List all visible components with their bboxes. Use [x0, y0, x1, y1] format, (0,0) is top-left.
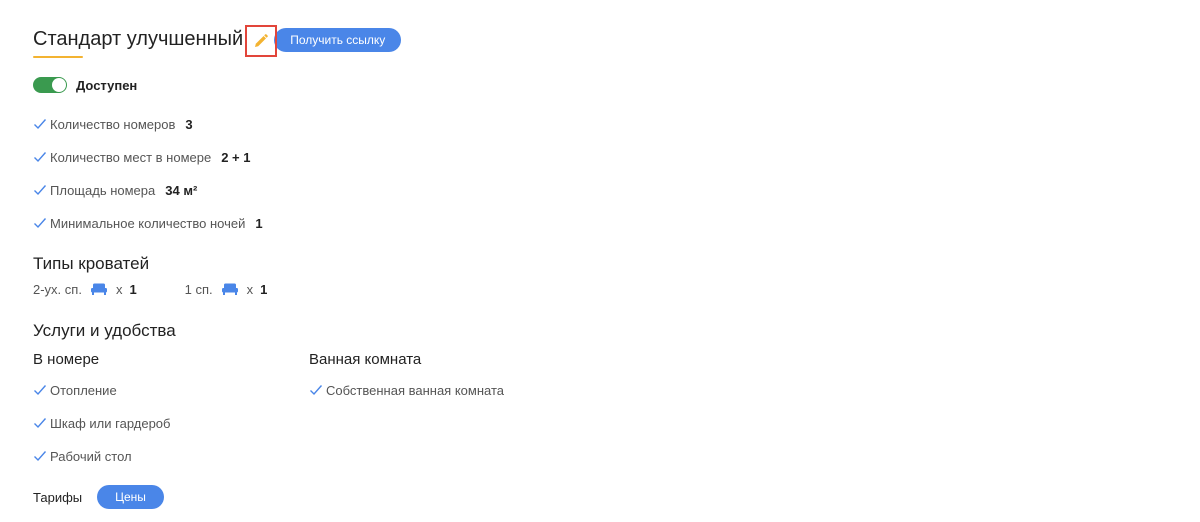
tariffs-row: Тарифы Цены — [33, 485, 164, 509]
bed-type-double: 2-ух. сп. x 1 — [33, 282, 137, 297]
feature-area: Площадь номера 34 м² — [33, 181, 197, 199]
service-label: Шкаф или гардероб — [50, 415, 171, 431]
check-icon — [33, 383, 47, 397]
service-wardrobe: Шкаф или гардероб — [33, 414, 171, 432]
room-title: Стандарт улучшенный — [33, 25, 244, 58]
feature-label: Количество мест в номере — [50, 149, 212, 165]
check-icon — [33, 449, 47, 463]
get-link-button[interactable]: Получить ссылку — [274, 28, 402, 52]
feature-label: Минимальное количество ночей — [50, 215, 246, 231]
services-title: Услуги и удобства — [33, 321, 176, 340]
check-icon — [309, 383, 323, 397]
check-icon — [33, 183, 47, 197]
availability-row: Доступен — [33, 76, 137, 94]
bed-type-label: 1 сп. — [184, 281, 213, 297]
toggle-knob — [52, 78, 66, 92]
feature-capacity: Количество мест в номере 2 + 1 — [33, 148, 251, 166]
feature-label: Количество номеров — [50, 116, 176, 132]
tariffs-label: Тарифы — [33, 489, 83, 505]
check-icon — [33, 117, 47, 131]
bed-count: 1 — [129, 281, 137, 297]
feature-value: 1 — [255, 215, 263, 231]
feature-label: Площадь номера — [50, 182, 156, 198]
service-label: Рабочий стол — [50, 448, 132, 464]
service-label: Отопление — [50, 382, 117, 398]
service-heating: Отопление — [33, 381, 117, 399]
service-private-bathroom: Собственная ванная комната — [309, 381, 504, 399]
bed-icon — [221, 282, 239, 296]
in-room-title: В номере — [33, 351, 100, 368]
title-underline — [33, 56, 83, 58]
bed-icon — [90, 282, 108, 296]
bed-type-single: 1 сп. x 1 — [185, 282, 268, 297]
room-title-text: Стандарт улучшенный — [33, 28, 244, 50]
feature-min-nights: Минимальное количество ночей 1 — [33, 214, 263, 232]
bed-multiplier: x — [246, 281, 254, 297]
check-icon — [33, 416, 47, 430]
service-label: Собственная ванная комната — [326, 382, 504, 398]
edit-button[interactable] — [245, 25, 278, 57]
service-desk: Рабочий стол — [33, 447, 132, 465]
bed-multiplier: x — [115, 281, 123, 297]
feature-value: 34 м² — [165, 182, 198, 198]
feature-value: 2 + 1 — [221, 149, 251, 165]
pencil-icon — [253, 33, 269, 49]
feature-value: 3 — [185, 116, 193, 132]
bed-type-label: 2-ух. сп. — [33, 281, 82, 297]
feature-room-count: Количество номеров 3 — [33, 115, 193, 133]
availability-toggle[interactable] — [33, 77, 67, 93]
check-icon — [33, 216, 47, 230]
bed-count: 1 — [260, 281, 268, 297]
prices-button[interactable]: Цены — [97, 485, 164, 509]
bed-types-title: Типы кроватей — [33, 254, 150, 273]
check-icon — [33, 150, 47, 164]
bathroom-title: Ванная комната — [309, 351, 422, 368]
room-header: Стандарт улучшенный Получить ссылку — [33, 25, 402, 58]
availability-label: Доступен — [76, 77, 138, 93]
bed-types-list: 2-ух. сп. x 1 1 сп. x 1 — [33, 280, 315, 298]
